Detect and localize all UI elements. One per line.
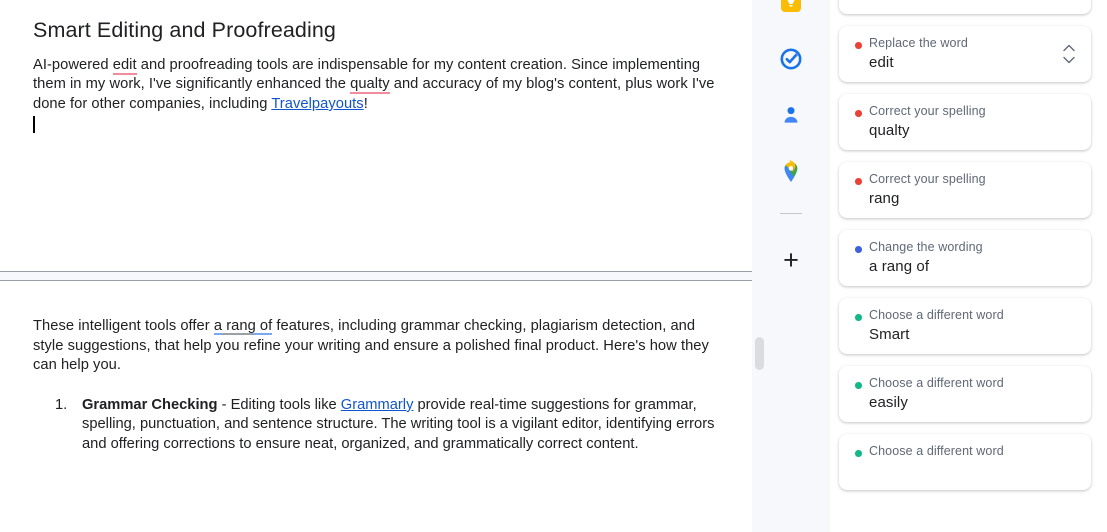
numbered-list: 1. Grammar Checking - Editing tools like …	[33, 396, 719, 455]
spelling-error-qualty[interactable]: qualty	[350, 76, 390, 95]
suggestion-card[interactable]: Choose a different word Smart	[839, 298, 1091, 354]
document-page-1[interactable]: Smart Editing and Proofreading AI-powere…	[0, 0, 752, 271]
paragraph-text-tail: !	[363, 95, 368, 112]
text-cursor-line	[33, 115, 719, 135]
link-grammarly[interactable]: Grammarly	[341, 397, 414, 413]
suggestion-word: a rang of	[869, 258, 930, 275]
google-tasks-icon[interactable]	[779, 47, 803, 71]
suggestions-panel[interactable]: Choose a different worda smartReplace th…	[830, 0, 1107, 532]
document-scrollbar-thumb[interactable]	[755, 337, 764, 370]
list-item: 1. Grammar Checking - Editing tools like …	[55, 396, 719, 455]
list-item-heading: Grammar Checking	[82, 396, 218, 413]
suggestion-kind-label: Change the wording	[869, 240, 983, 254]
list-item-text-before-link: - Editing tools like	[217, 396, 341, 413]
suggestion-type-dot	[855, 314, 862, 321]
rail-divider	[780, 213, 802, 214]
suggestion-card[interactable]: Correct your spelling qualty	[839, 94, 1091, 150]
suggestion-kind-label: Choose a different word	[869, 444, 1004, 458]
suggestion-type-dot	[855, 42, 862, 49]
google-keep-icon[interactable]	[779, 0, 803, 14]
side-panel-rail: +	[752, 0, 830, 532]
suggestion-kind-label: Correct your spelling	[869, 104, 986, 118]
page-break-divider	[0, 271, 752, 281]
google-maps-icon[interactable]	[779, 160, 803, 184]
suggestion-word: easily	[869, 394, 908, 411]
paragraph-tools-offer: These intelligent tools offer a rang of …	[33, 317, 719, 376]
suggestion-kind-label: Choose a different word	[869, 308, 1004, 322]
add-on-plus-icon[interactable]: +	[778, 247, 804, 274]
document-canvas[interactable]: Smart Editing and Proofreading AI-powere…	[0, 0, 752, 532]
suggestion-card[interactable]: Correct your spelling rang	[839, 162, 1091, 218]
link-travelpayouts[interactable]: Travelpayouts	[271, 96, 363, 112]
paragraph2-text-before: These intelligent tools offer	[33, 318, 214, 334]
suggestion-kind-label: Correct your spelling	[869, 172, 986, 186]
suggestion-type-dot	[855, 178, 862, 185]
suggestion-word: a smart	[869, 0, 1081, 5]
text-caret	[33, 115, 35, 133]
suggestion-card[interactable]: Replace the word edit	[839, 26, 1091, 82]
suggestion-card[interactable]: Choose a different word	[839, 434, 1091, 490]
document-page-2[interactable]: These intelligent tools offer a rang of …	[0, 281, 752, 532]
suggestion-card[interactable]: Change the wording a rang of	[839, 230, 1091, 286]
suggestion-word: Smart	[869, 326, 910, 343]
suggestion-stepper-arrows[interactable]	[1061, 39, 1077, 69]
suggestion-kind-label: Choose a different word	[869, 376, 1004, 390]
suggestion-type-dot	[855, 246, 862, 253]
page-title: Smart Editing and Proofreading	[33, 18, 336, 42]
paragraph-text-before-edit: AI-powered	[33, 56, 113, 73]
wording-suggestion-a-rang-of[interactable]: a rang of	[213, 318, 273, 335]
suggestion-word: rang	[869, 190, 900, 207]
suggestion-card[interactable]: Choose a different worda smart	[839, 0, 1091, 14]
suggestion-word: qualty	[869, 122, 910, 139]
suggestion-card[interactable]: Choose a different word easily	[839, 366, 1091, 422]
suggestions-list: Choose a different worda smartReplace th…	[830, 0, 1107, 502]
suggestion-type-dot	[855, 382, 862, 389]
google-contacts-icon[interactable]	[779, 103, 803, 127]
suggestion-kind-label: Replace the word	[869, 36, 968, 50]
suggestion-word: edit	[869, 54, 894, 71]
google-docs-window: Smart Editing and Proofreading AI-powere…	[0, 0, 1107, 532]
paragraph-intro: AI-powered edit and proofreading tools a…	[33, 56, 719, 115]
suggestion-type-dot	[855, 450, 862, 457]
spelling-error-edit[interactable]: edit	[112, 56, 137, 75]
suggestion-type-dot	[855, 110, 862, 117]
list-item-number: 1.	[55, 396, 68, 413]
